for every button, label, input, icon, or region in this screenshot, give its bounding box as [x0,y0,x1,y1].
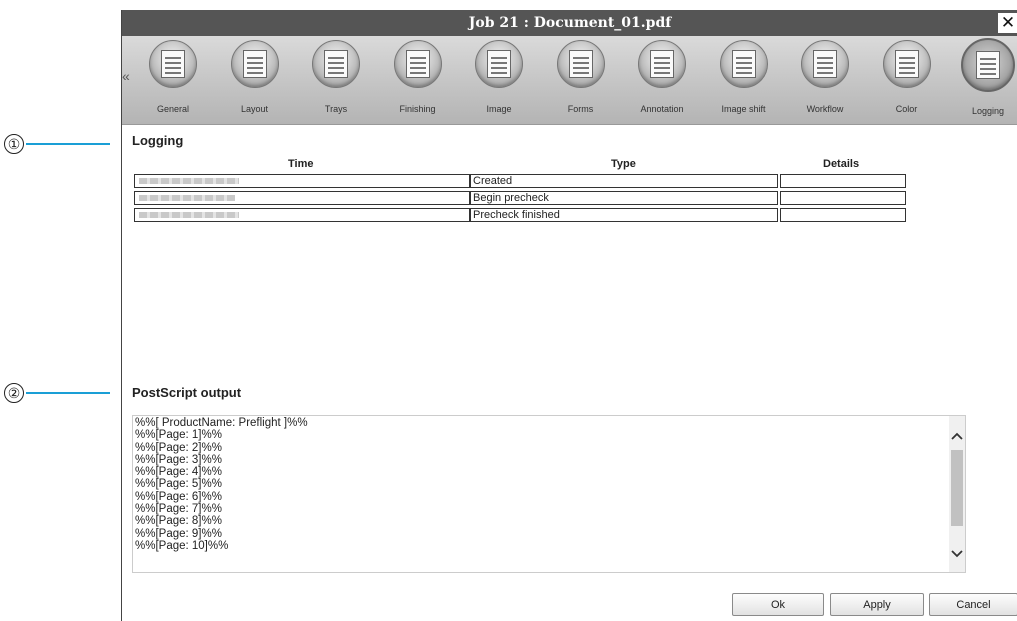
toolbar-item-label: Finishing [399,104,436,114]
type-cell: Precheck finished [470,208,778,222]
toolbar-item-label: Annotation [640,104,684,114]
callout-number-1: ① [4,134,24,154]
toolbar-item-finishing[interactable]: Finishing [381,40,455,114]
image-shift-icon [719,40,768,88]
postscript-line: %%[Page: 8]%% [135,515,222,528]
callout-number-2: ② [4,383,24,403]
general-icon [149,40,197,88]
callout-line-1 [26,143,110,145]
toolbar-item-trays[interactable]: Trays [299,40,373,114]
postscript-line: %%[Page: 10]%% [135,539,229,552]
type-cell: Begin precheck [470,191,778,205]
job-properties-window: Job 21 : Document_01.pdf ✕ « General Layo… [121,10,1017,621]
close-icon[interactable]: ✕ [998,13,1017,33]
toolbar-item-label: Image shift [721,104,766,114]
column-header-details: Details [823,158,860,170]
layout-icon [230,40,279,88]
toolbar-item-label: Trays [324,104,348,114]
layout-icon-glyph [242,50,267,78]
forms-icon-glyph [568,50,593,78]
redacted-time [139,195,235,201]
postscript-line: %%[Page: 9]%% [135,527,222,540]
logging-icon [961,38,1015,92]
postscript-line: %%[Page: 6]%% [135,490,222,503]
details-cell [780,174,906,188]
column-header-type: Type [611,158,636,170]
logging-section-title: Logging [132,133,184,148]
toolbar-item-label: Image [486,104,512,114]
callout-1: ① [4,134,110,154]
toolbar-item-image-shift[interactable]: Image shift [707,40,781,114]
toolbar-item-label: Color [895,104,918,114]
redacted-time [139,212,239,218]
time-cell [134,191,470,205]
trays-icon-glyph [324,50,348,78]
finishing-icon-glyph [405,50,430,78]
annotation-icon-glyph [650,50,674,78]
image-icon [475,40,523,88]
scroll-up-icon[interactable] [949,428,965,444]
forms-icon [556,40,605,88]
image-shift-icon-glyph [731,50,756,78]
callout-2: ② [4,383,110,403]
toolbar-item-label: Workflow [806,104,844,114]
toolbar-item-label: Forms [567,104,594,114]
category-toolbar: « General Layout Trays Finishing Image Forms A… [122,36,1017,125]
postscript-scrollbar[interactable] [949,416,965,572]
toolbar-item-layout[interactable]: Layout [218,40,292,114]
trays-icon [312,40,360,88]
postscript-output-box[interactable]: %%[ ProductName: Preflight ]%% %%[Page: 1… [132,415,966,573]
toolbar-item-logging[interactable]: Logging [951,38,1017,116]
details-cell [780,191,906,205]
toolbar-item-label: General [156,104,190,114]
callout-line-2 [26,392,110,394]
window-title: Job 21 : Document_01.pdf [468,15,672,31]
scrollbar-thumb[interactable] [951,450,963,526]
time-cell [134,174,470,188]
workflow-icon [801,40,849,88]
details-cell [780,208,906,222]
image-icon-glyph [487,50,511,78]
postscript-line: %%[Page: 2]%% [135,441,222,454]
color-icon [882,40,931,88]
cancel-button[interactable]: Cancel [929,593,1017,616]
toolbar-item-color[interactable]: Color [870,40,944,114]
postscript-section-title: PostScript output [132,385,242,400]
finishing-icon [393,40,442,88]
toolbar-item-image[interactable]: Image [462,40,536,114]
column-header-time: Time [288,158,314,170]
redacted-time [139,178,239,184]
postscript-output-text: %%[ ProductName: Preflight ]%% %%[Page: 1… [135,417,308,552]
postscript-line: %%[Page: 3]%% [135,453,222,466]
toolbar-item-workflow[interactable]: Workflow [788,40,862,114]
toolbar-item-forms[interactable]: Forms [544,40,618,114]
postscript-line: %%[Page: 7]%% [135,503,222,516]
workflow-icon-glyph [813,50,837,78]
annotation-icon [638,40,686,88]
logging-icon-glyph [976,51,1000,79]
time-cell [134,208,470,222]
type-cell: Created [470,174,778,188]
general-icon-glyph [161,50,185,78]
color-icon-glyph [894,50,919,78]
ok-button[interactable]: Ok [732,593,824,616]
scroll-down-icon[interactable] [949,546,965,562]
scroll-left-icon[interactable]: « [122,68,132,84]
postscript-line: %%[Page: 4]%% [135,466,222,479]
postscript-line: %%[ ProductName: Preflight ]%% [135,417,308,429]
toolbar-item-label: Layout [240,104,269,114]
apply-button[interactable]: Apply [830,593,924,616]
toolbar-item-general[interactable]: General [136,40,210,114]
title-bar: Job 21 : Document_01.pdf ✕ [122,10,1017,36]
toolbar-item-label: Logging [971,106,1005,116]
postscript-line: %%[Page: 5]%% [135,478,222,491]
postscript-line: %%[Page: 1]%% [135,429,222,442]
toolbar-item-annotation[interactable]: Annotation [625,40,699,114]
